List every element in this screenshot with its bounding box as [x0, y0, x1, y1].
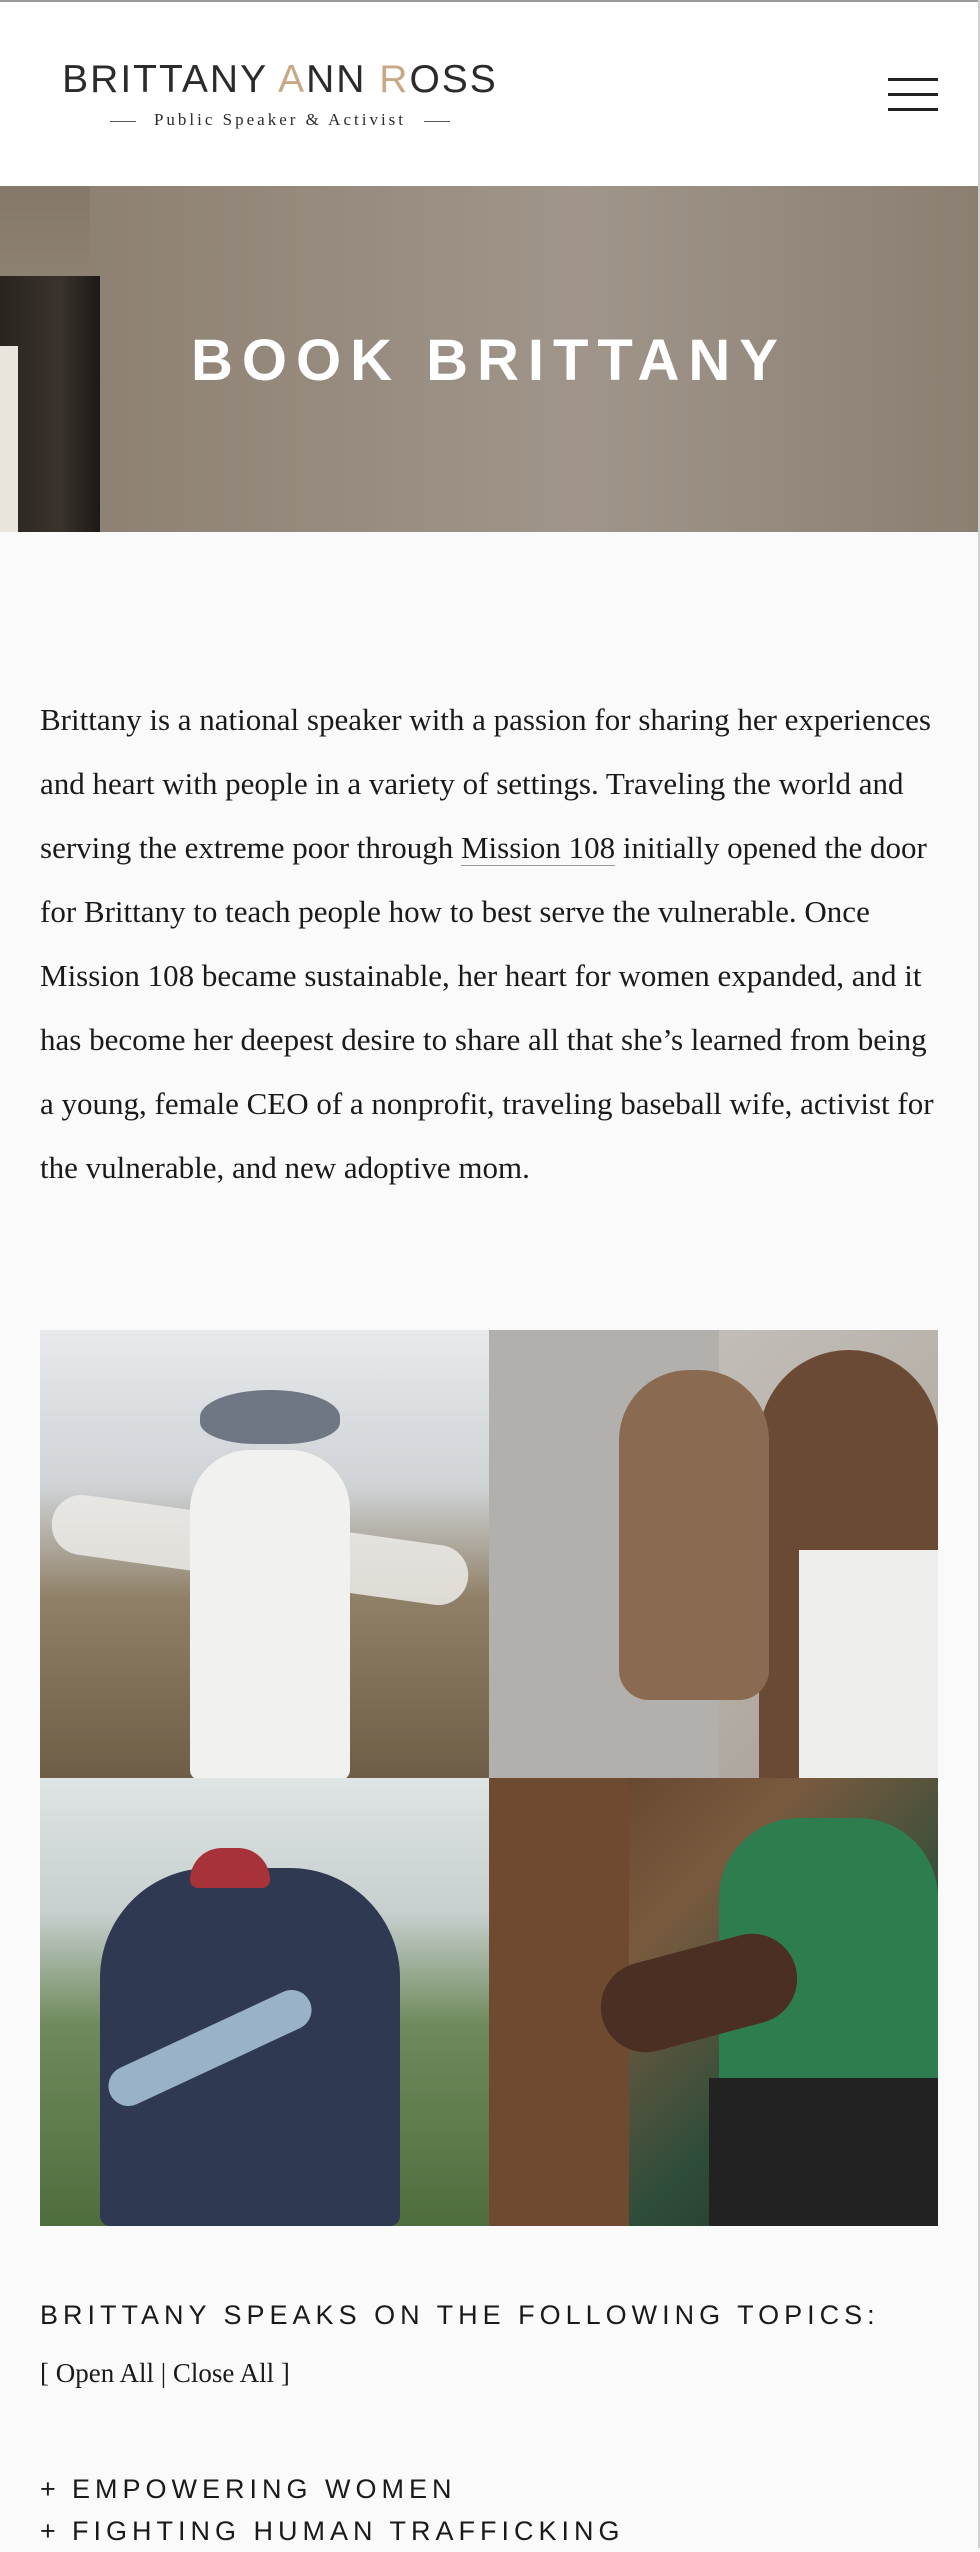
close-all-button[interactable]: Close All ] — [173, 2358, 290, 2388]
photo-grid — [40, 1330, 938, 2226]
tagline-text: Public Speaker & Activist — [153, 110, 407, 129]
hero-picture-frame — [0, 276, 100, 532]
logo-name-part: NN — [306, 58, 380, 101]
logo-name: BRITTANY ANN ROSS — [62, 58, 498, 102]
logo-name-part: BRITTANY — [62, 58, 279, 101]
page-title: BOOK BRITTANY — [190, 328, 787, 393]
open-all-button[interactable]: [ Open All — [40, 2358, 154, 2388]
photo-couple-at-ballpark — [40, 1778, 489, 2226]
menu-bar — [888, 93, 938, 96]
page: BRITTANY ANN ROSS Public Speaker & Activ… — [0, 0, 980, 2548]
photo-detail — [200, 1390, 340, 1444]
site-header: BRITTANY ANN ROSS Public Speaker & Activ… — [0, 2, 978, 186]
mission-108-link[interactable]: Mission 108 — [460, 830, 616, 866]
expand-plus-icon: + — [40, 2516, 61, 2546]
expand-plus-icon: + — [40, 2474, 61, 2504]
photo-family-with-baby — [489, 1330, 938, 1778]
controls-separator: | — [160, 2358, 167, 2388]
tagline-dash-left — [109, 120, 136, 122]
hamburger-menu-icon[interactable] — [888, 76, 938, 112]
photo-detail — [190, 1450, 350, 1778]
topic-label: FIGHTING HUMAN TRAFFICKING — [72, 2516, 625, 2546]
menu-bar — [888, 78, 938, 81]
logo-name-part: OSS — [409, 58, 498, 101]
logo-tagline: Public Speaker & Activist — [62, 110, 498, 130]
topic-label: EMPOWERING WOMEN — [72, 2474, 457, 2504]
topic-empowering-women[interactable]: + EMPOWERING WOMEN — [40, 2468, 940, 2510]
accordion-controls: [ Open All | Close All ] — [40, 2353, 290, 2393]
photo-detail — [799, 1550, 938, 1778]
topics-accordion: + EMPOWERING WOMEN + FIGHTING HUMAN TRAFFI… — [40, 2468, 940, 2552]
photo-detail — [190, 1848, 270, 1888]
photo-detail — [619, 1370, 769, 1700]
photo-detail — [709, 2078, 938, 2226]
intro-text-end: initially opened the door for Brittany t… — [40, 830, 934, 1185]
photo-woman-in-field — [40, 1330, 489, 1778]
logo-name-accent-r: R — [379, 58, 410, 101]
topic-fighting-human-trafficking[interactable]: + FIGHTING HUMAN TRAFFICKING — [40, 2510, 940, 2552]
photo-hands-with-child — [489, 1778, 938, 2226]
topics-heading: BRITTANY SPEAKS ON THE FOLLOWING TOPICS: — [40, 2300, 880, 2330]
intro-paragraph: Brittany is a national speaker with a pa… — [40, 688, 940, 1200]
logo-name-accent-a: A — [278, 58, 307, 101]
site-logo[interactable]: BRITTANY ANN ROSS Public Speaker & Activ… — [62, 58, 498, 130]
menu-bar — [888, 108, 938, 111]
tagline-dash-right — [424, 120, 451, 122]
hero-banner: BOOK BRITTANY — [0, 186, 978, 532]
